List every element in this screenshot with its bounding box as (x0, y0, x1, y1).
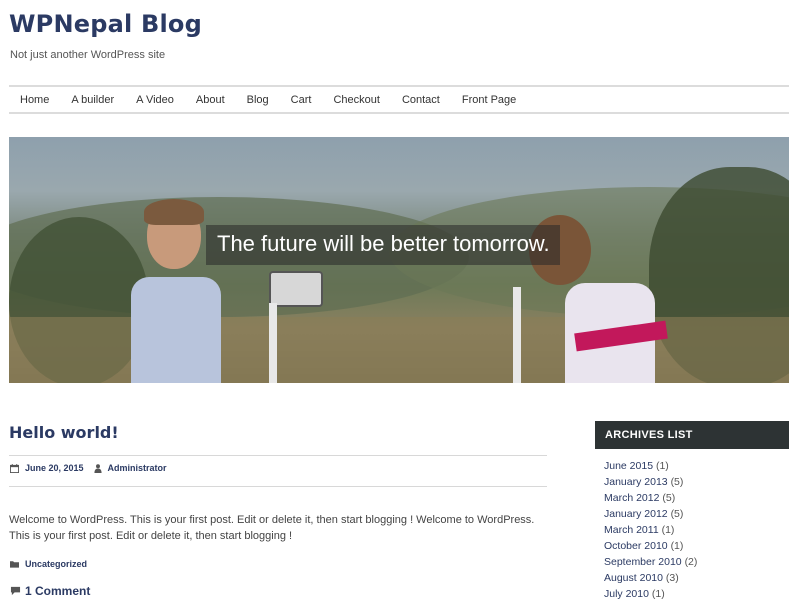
user-icon (93, 463, 102, 473)
archive-link[interactable]: January 2012 (604, 508, 668, 520)
archive-link[interactable]: August 2010 (604, 572, 663, 584)
archive-link[interactable]: March 2011 (604, 524, 659, 536)
post-comments-label: 1 Comment (25, 584, 91, 598)
post-title[interactable]: Hello world! (9, 423, 119, 442)
archive-count: (1) (661, 524, 675, 536)
archive-item: March 2011 (1) (604, 522, 697, 538)
post-author[interactable]: Administrator (93, 463, 167, 473)
archive-count: (1) (651, 588, 665, 600)
post-excerpt: Welcome to WordPress. This is your first… (9, 514, 535, 542)
archive-link[interactable]: October 2010 (604, 540, 668, 552)
archive-count: (1) (670, 540, 684, 552)
divider (9, 455, 547, 456)
comment-icon (10, 586, 21, 596)
nav-item-contact[interactable]: Contact (391, 94, 451, 106)
hero-caption: The future will be better tomorrow. (206, 225, 560, 265)
hero-boy-hair (144, 199, 204, 225)
hero-tripod (269, 303, 277, 383)
archive-item: August 2010 (3) (604, 570, 697, 586)
nav-item-home[interactable]: Home (9, 94, 60, 106)
post-category-label: Uncategorized (25, 559, 88, 569)
archive-item: March 2012 (5) (604, 490, 697, 506)
archive-item: January 2012 (5) (604, 506, 697, 522)
site-tagline: Not just another WordPress site (10, 49, 166, 61)
post-date[interactable]: June 20, 2015 (10, 463, 84, 473)
post-date-label: June 20, 2015 (25, 463, 84, 473)
hero-camera (269, 271, 323, 307)
nav-item-front-page[interactable]: Front Page (451, 94, 527, 106)
archive-count: (5) (662, 492, 676, 504)
nav-item-cart[interactable]: Cart (280, 94, 323, 106)
archives-widget-title: ARCHIVES LIST (595, 421, 789, 449)
post-author-label: Administrator (107, 463, 167, 473)
archive-item: October 2010 (1) (604, 538, 697, 554)
archive-count: (5) (670, 508, 684, 520)
nav-item-a-builder[interactable]: A builder (60, 94, 125, 106)
hero-tripod (513, 287, 521, 383)
archive-item: September 2010 (2) (604, 554, 697, 570)
nav-item-a-video[interactable]: A Video (125, 94, 185, 106)
post-comments-link[interactable]: 1 Comment (10, 584, 90, 598)
divider (9, 486, 547, 487)
archive-link[interactable]: June 2015 (604, 460, 653, 472)
archives-list: June 2015 (1) January 2013 (5) March 201… (604, 458, 697, 602)
archive-link[interactable]: January 2013 (604, 476, 668, 488)
nav-item-about[interactable]: About (185, 94, 236, 106)
archive-link[interactable]: July 2010 (604, 588, 649, 600)
nav-item-checkout[interactable]: Checkout (322, 94, 390, 106)
archive-count: (2) (684, 556, 698, 568)
archive-link[interactable]: March 2012 (604, 492, 659, 504)
calendar-icon (10, 463, 19, 473)
folder-icon (10, 560, 19, 568)
archive-link[interactable]: September 2010 (604, 556, 682, 568)
post-meta: June 20, 2015 Administrator (10, 463, 177, 473)
nav-item-blog[interactable]: Blog (236, 94, 280, 106)
hero-ground (9, 317, 789, 383)
archive-count: (5) (670, 476, 684, 488)
archive-item: June 2015 (1) (604, 458, 697, 474)
main-nav: Home A builder A Video About Blog Cart C… (9, 85, 789, 114)
archive-count: (3) (665, 572, 679, 584)
archive-item: January 2013 (5) (604, 474, 697, 490)
archive-count: (1) (655, 460, 669, 472)
hero-boy (131, 277, 221, 383)
post-category[interactable]: Uncategorized (10, 559, 87, 569)
site-title[interactable]: WPNepal Blog (9, 10, 202, 38)
hero-banner: The future will be better tomorrow. (9, 137, 789, 383)
